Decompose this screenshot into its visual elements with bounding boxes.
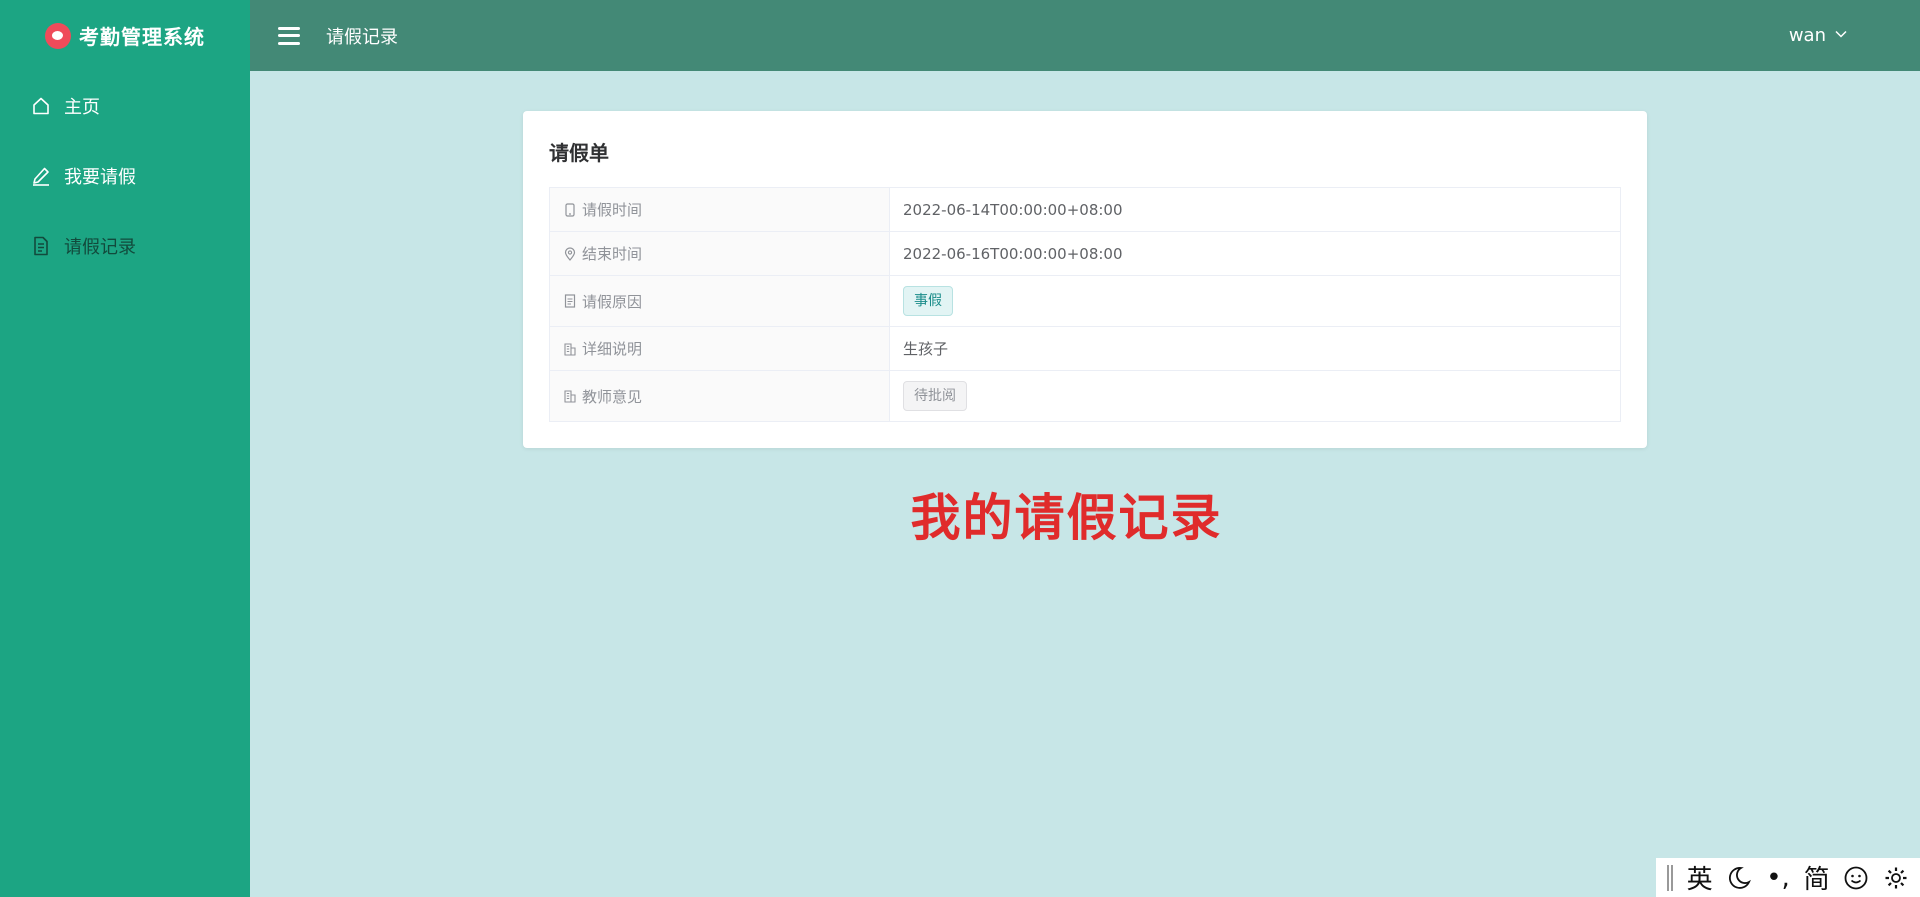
menu-toggle-icon[interactable] [278,26,300,45]
sidebar-menu: 主页 我要请假 请假记录 [0,71,250,281]
app-title: 考勤管理系统 [79,25,205,49]
document-icon [30,235,52,257]
sidebar-item-leave-records[interactable]: 请假记录 [0,211,250,281]
ime-toolbar: 英 •, 简 [1656,858,1920,897]
sidebar-item-apply-leave[interactable]: 我要请假 [0,141,250,211]
mobile-icon [564,202,576,217]
ime-punctuation-toggle[interactable]: •, [1766,863,1790,893]
row-label: 结束时间 [582,245,643,263]
table-row: 结束时间 2022-06-16T00:00:00+08:00 [549,231,1621,276]
office-building-icon [564,342,576,356]
start-time-value: 2022-06-14T00:00:00+08:00 [889,187,1621,232]
drag-handle[interactable] [1666,864,1673,891]
row-label: 请假时间 [582,201,643,219]
status-badge: 待批阅 [903,381,967,411]
logo-icon [45,22,71,49]
leave-form-card: 请假单 请假时间 2022-06-14T00:00:00+08:00 结束时间 … [523,111,1647,448]
leave-description-table: 请假时间 2022-06-14T00:00:00+08:00 结束时间 2022… [549,187,1621,422]
row-label: 详细说明 [582,340,643,358]
chevron-down-icon [1834,25,1848,46]
leave-type-tag: 事假 [903,286,953,316]
table-row: 请假原因 事假 [549,275,1621,327]
edit-icon [30,165,52,187]
moon-icon[interactable] [1726,865,1752,891]
page-title: 请假记录 [326,26,398,48]
ime-script-toggle[interactable]: 简 [1804,859,1830,896]
smiley-icon[interactable] [1843,865,1869,891]
sidebar: 考勤管理系统 主页 我要请假 请假记录 [0,0,250,897]
home-icon [30,95,52,117]
card-title: 请假单 [549,141,609,165]
row-label: 教师意见 [582,387,643,406]
app-logo[interactable]: 考勤管理系统 [0,0,250,71]
location-icon [564,246,576,261]
gear-icon[interactable] [1883,865,1909,891]
document-icon [564,294,576,308]
username: wan [1788,25,1826,46]
top-header: 请假记录 wan [250,0,1920,71]
sidebar-item-label: 我要请假 [64,167,136,188]
ime-language-toggle[interactable]: 英 [1687,859,1713,896]
row-label: 请假原因 [582,292,643,311]
table-row: 详细说明 生孩子 [549,326,1621,371]
table-row: 教师意见 待批阅 [549,370,1621,422]
sidebar-item-home[interactable]: 主页 [0,71,250,141]
sidebar-item-label: 主页 [64,97,100,118]
user-menu[interactable]: wan [1789,0,1848,71]
sidebar-item-label: 请假记录 [64,237,136,258]
end-time-value: 2022-06-16T00:00:00+08:00 [889,231,1621,276]
table-row: 请假时间 2022-06-14T00:00:00+08:00 [549,187,1621,232]
office-building-icon [564,389,576,403]
detail-description-value: 生孩子 [889,326,1621,371]
page-caption: 我的请假记录 [910,488,1223,547]
